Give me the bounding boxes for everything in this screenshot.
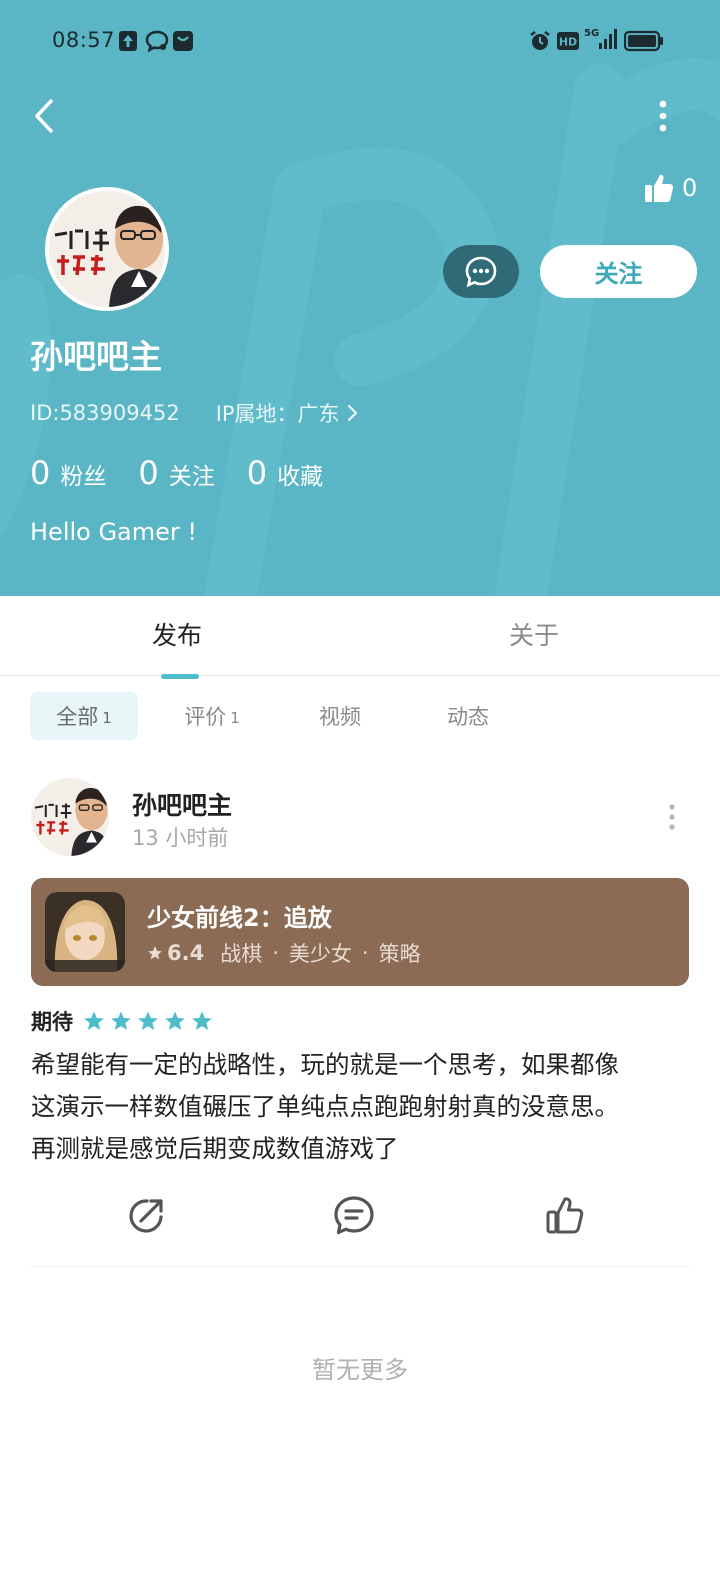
- post-text-line: 再测就是感觉后期变成数值游戏了: [31, 1134, 399, 1163]
- filter-videos[interactable]: 视频: [300, 692, 380, 740]
- profile-stats: 0 粉丝 0 关注 0 收藏: [30, 454, 355, 492]
- battery-icon: [623, 30, 664, 56]
- game-card[interactable]: 少女前线2：追放 6.4 战棋 · 美少女 · 策略: [31, 878, 689, 986]
- game-icon: [45, 892, 125, 972]
- sub-tab-bar: 全部 1 评价 1 视频 动态: [0, 692, 720, 742]
- alarm-icon: [529, 30, 551, 56]
- game-meta: 6.4 战棋 · 美少女 · 策略: [147, 938, 421, 968]
- star-icon: [84, 1011, 104, 1030]
- upload-icon: [118, 30, 138, 56]
- profile-avatar[interactable]: [45, 187, 169, 311]
- stat-number: 0: [246, 454, 268, 492]
- follow-button[interactable]: 关注: [540, 245, 697, 298]
- profile-header: 08:57 HD 5G 0 关注 孙吧吧主 ID:583909452 IP属地：…: [0, 0, 720, 596]
- tag-separator: ·: [361, 941, 369, 965]
- avatar-image: [31, 778, 109, 856]
- post-text-line: 希望能有一定的战略性，玩的就是一个思考，如果都像: [31, 1050, 619, 1079]
- avatar-image: [49, 191, 165, 307]
- game-tag: 策略: [378, 942, 421, 966]
- stat-number: 0: [30, 454, 51, 492]
- no-more-text: 暂无更多: [312, 1356, 408, 1384]
- stat-number: 0: [138, 454, 159, 492]
- filter-reviews[interactable]: 评价 1: [162, 692, 262, 740]
- chevron-left-icon: [35, 99, 53, 133]
- filter-label: 视频: [319, 705, 361, 729]
- rating-label: 期待: [31, 1010, 73, 1034]
- back-button[interactable]: [22, 94, 66, 138]
- filter-count: 1: [230, 709, 240, 727]
- vertical-dots-icon: [669, 804, 675, 830]
- more-options-button[interactable]: [646, 96, 680, 136]
- svg-text:5G: 5G: [584, 28, 599, 39]
- hd-icon: HD: [556, 30, 580, 56]
- user-id: ID:583909452: [30, 401, 180, 425]
- tab-indicator: [161, 674, 199, 679]
- filter-all[interactable]: 全部 1: [30, 692, 138, 740]
- filter-label: 动态: [447, 705, 489, 729]
- post-content[interactable]: 希望能有一定的战略性，玩的就是一个思考，如果都像 这演示一样数值碾压了单纯点点跑…: [31, 1044, 696, 1170]
- comment-button[interactable]: [330, 1192, 378, 1240]
- share-button[interactable]: [122, 1192, 170, 1240]
- star-icon: [165, 1011, 185, 1030]
- profile-bio: Hello Gamer !: [30, 518, 198, 546]
- profile-name: 孙吧吧主: [30, 337, 162, 376]
- main-tab-bar: 发布 关于: [0, 596, 720, 676]
- stat-favorites[interactable]: 0 收藏: [247, 454, 323, 492]
- thumbs-up-icon: [546, 1197, 584, 1234]
- filter-label: 评价: [184, 705, 227, 729]
- share-icon: [129, 1199, 163, 1233]
- ip-location-link[interactable]: IP属地：广东: [216, 398, 358, 428]
- star-icon: [148, 946, 162, 960]
- chevron-right-icon: [347, 404, 358, 422]
- like-count: 0: [682, 174, 698, 202]
- tab-about[interactable]: 关于: [509, 616, 559, 652]
- tag-separator: ·: [272, 941, 279, 965]
- stat-label: 关注: [168, 464, 215, 490]
- chat-icon: [465, 256, 497, 287]
- game-tag: 美少女: [288, 942, 352, 966]
- ip-location: IP属地：广东: [215, 402, 340, 426]
- filter-label: 全部: [56, 705, 99, 729]
- post-text-line: 这演示一样数值碾压了单纯点点跑跑射射真的没意思。: [31, 1092, 619, 1121]
- tab-posts[interactable]: 发布: [152, 616, 202, 652]
- rating-row: 期待: [31, 1006, 218, 1036]
- filter-count: 1: [102, 709, 112, 727]
- post-timestamp: 13 小时前: [132, 826, 229, 850]
- game-tag: 战棋: [220, 942, 263, 966]
- like-button[interactable]: [541, 1192, 589, 1240]
- game-score: 6.4: [167, 941, 205, 965]
- star-icon: [192, 1011, 212, 1030]
- message-button[interactable]: [443, 245, 519, 298]
- svg-text:HD: HD: [559, 36, 577, 49]
- stat-fans[interactable]: 0 粉丝: [30, 454, 106, 492]
- post-divider: [31, 1266, 689, 1267]
- post-author-name[interactable]: 孙吧吧主: [132, 786, 232, 822]
- filter-moments[interactable]: 动态: [428, 692, 508, 740]
- post-more-button[interactable]: [660, 800, 684, 834]
- vertical-dots-icon: [659, 100, 667, 132]
- stat-following[interactable]: 0 关注: [138, 454, 214, 492]
- status-time: 08:57: [52, 28, 116, 52]
- status-bar: 08:57 HD 5G: [0, 22, 720, 62]
- stat-label: 收藏: [277, 464, 324, 490]
- shopping-bag-icon: [172, 30, 194, 56]
- star-icon: [111, 1011, 131, 1030]
- stat-label: 粉丝: [60, 464, 107, 490]
- comment-icon: [334, 1196, 374, 1235]
- profile-like[interactable]: 0: [644, 172, 697, 204]
- post-author-avatar[interactable]: [31, 778, 109, 856]
- chat-bubble-icon: [145, 30, 169, 56]
- profile-meta: ID:583909452 IP属地：广东: [30, 398, 358, 428]
- star-icon: [138, 1011, 158, 1030]
- game-cover-image: [45, 892, 125, 972]
- signal-5g-icon: 5G: [584, 26, 620, 56]
- thumbs-up-icon: [645, 174, 674, 202]
- game-title: 少女前线2：追放: [147, 904, 332, 932]
